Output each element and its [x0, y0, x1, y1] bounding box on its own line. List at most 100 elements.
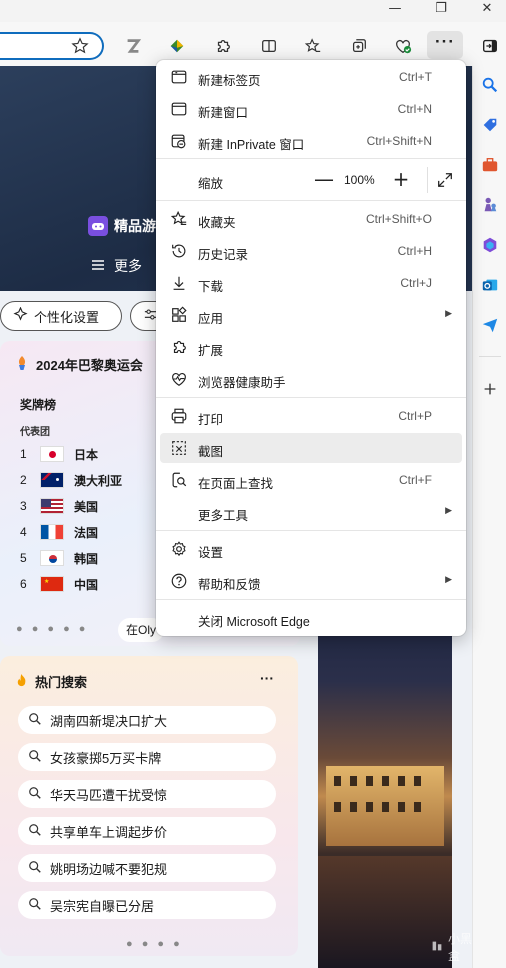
close-button[interactable]: ✕ — [472, 0, 502, 20]
search-icon — [28, 786, 42, 803]
sidebar-toggle-icon[interactable] — [479, 35, 501, 57]
find-icon — [170, 471, 188, 489]
menu-settings[interactable]: 设置 — [160, 534, 462, 564]
apps-icon — [170, 306, 188, 324]
medal-row[interactable]: 5 韩国 — [20, 548, 98, 568]
menu-apps[interactable]: 应用 ▶ — [160, 300, 462, 330]
search-icon — [28, 823, 42, 840]
gamepad-icon — [88, 216, 108, 236]
menu-screenshot[interactable]: 截图 — [160, 433, 462, 463]
medal-row[interactable]: 4 法国 — [20, 522, 98, 542]
australia-flag-icon — [40, 472, 64, 488]
zoom-divider — [427, 167, 428, 193]
health-icon — [170, 370, 188, 388]
hot-search-item[interactable]: 华天马匹遭干扰受惊 — [18, 780, 276, 808]
menu-separator — [156, 599, 466, 600]
olympics-card-title[interactable]: 2024年巴黎奥运会 — [14, 355, 143, 374]
search-icon — [28, 897, 42, 914]
settings-and-more-menu: 新建标签页 Ctrl+T 新建窗口 Ctrl+N 新建 InPrivate 窗口… — [156, 60, 466, 636]
torch-icon — [14, 355, 30, 374]
menu-new-window[interactable]: 新建窗口 Ctrl+N — [160, 94, 462, 124]
hot-search-item[interactable]: 共享单车上调起步价 — [18, 817, 276, 845]
zoom-in-button[interactable]: + — [392, 169, 410, 189]
menu-extensions[interactable]: 扩展 — [160, 332, 462, 362]
menu-separator — [156, 158, 466, 159]
submenu-arrow-icon: ▶ — [445, 308, 452, 318]
menu-separator — [156, 397, 466, 398]
medal-row[interactable]: 6 ★ 中国 — [20, 574, 98, 594]
flame-icon — [14, 673, 29, 691]
menu-history[interactable]: 历史记录 Ctrl+H — [160, 236, 462, 266]
edge-sidebar — [472, 39, 506, 968]
hot-search-item[interactable]: 姚明场边喊不要犯规 — [18, 854, 276, 882]
menu-separator — [156, 530, 466, 531]
help-icon — [170, 572, 188, 590]
browser-essentials-icon[interactable] — [392, 35, 414, 57]
france-flag-icon — [40, 524, 64, 540]
fullscreen-icon[interactable] — [436, 171, 454, 189]
delegation-column-header: 代表团 — [20, 427, 50, 438]
maximize-button[interactable]: ❐ — [426, 0, 456, 20]
menu-more-tools[interactable]: 更多工具 ▶ — [160, 497, 462, 527]
search-icon[interactable] — [479, 74, 501, 96]
hot-search-title: 热门搜索 — [14, 672, 87, 691]
zoom-out-button[interactable]: — — [314, 169, 334, 189]
menu-zoom: 缩放 — 100% + — [160, 165, 462, 195]
settings-and-more-button[interactable]: ··· — [427, 31, 463, 59]
medal-row[interactable]: 2 澳大利亚 — [20, 470, 122, 490]
hot-search-item[interactable]: 吴宗宪自曝已分居 — [18, 891, 276, 919]
hot-search-item[interactable]: 湖南四新堤决口扩大 — [18, 706, 276, 734]
medal-table-header: 奖牌榜 — [20, 398, 57, 412]
carousel-dots[interactable]: ● ● ● ● — [126, 938, 183, 950]
favorite-star-icon[interactable] — [69, 35, 91, 57]
zoom-level: 100% — [344, 173, 375, 187]
extensions-icon — [170, 338, 188, 356]
puzzle-extensions-icon[interactable] — [212, 35, 234, 57]
hot-search-more-button[interactable]: ··· — [260, 670, 274, 686]
send-icon[interactable] — [479, 314, 501, 336]
sidebar-divider — [479, 356, 501, 357]
shopping-tag-icon[interactable] — [479, 114, 501, 136]
medal-row[interactable]: 3 美国 — [20, 496, 98, 516]
split-screen-icon[interactable] — [258, 35, 280, 57]
search-icon — [28, 860, 42, 877]
personalize-button[interactable]: 个性化设置 — [0, 301, 122, 331]
menu-find-on-page[interactable]: 在页面上查找 Ctrl+F — [160, 465, 462, 495]
favorites-icon — [170, 210, 188, 228]
menu-favorites[interactable]: 收藏夹 Ctrl+Shift+O — [160, 204, 462, 234]
z-extension-icon[interactable] — [122, 35, 144, 57]
search-icon — [28, 749, 42, 766]
menu-browser-health[interactable]: 浏览器健康助手 — [160, 364, 462, 394]
history-icon — [170, 242, 188, 260]
china-flag-icon: ★ — [40, 576, 64, 592]
settings-icon — [170, 540, 188, 558]
hero-more-label: 更多 — [114, 258, 142, 274]
menu-new-inprivate[interactable]: 新建 InPrivate 窗口 Ctrl+Shift+N — [160, 126, 462, 156]
title-bar: — ❐ ✕ — [0, 0, 506, 22]
outlook-icon[interactable] — [479, 274, 501, 296]
menu-close-edge[interactable]: 关闭 Microsoft Edge — [160, 603, 462, 633]
add-icon[interactable] — [479, 378, 501, 400]
news-photo[interactable] — [318, 586, 452, 968]
submenu-arrow-icon: ▶ — [445, 505, 452, 515]
new-tab-icon — [170, 68, 188, 86]
favorites-icon[interactable] — [302, 35, 324, 57]
watermark: 小黑盒 — [430, 930, 472, 964]
menu-downloads[interactable]: 下载 Ctrl+J — [160, 268, 462, 298]
usa-flag-icon — [40, 498, 64, 514]
menu-help-feedback[interactable]: 帮助和反馈 ▶ — [160, 566, 462, 596]
medal-row[interactable]: 1 日本 — [20, 444, 98, 464]
menu-print[interactable]: 打印 Ctrl+P — [160, 401, 462, 431]
hero-games-link[interactable]: 精品游 — [88, 216, 156, 236]
minimize-button[interactable]: — — [380, 0, 410, 20]
games-chess-icon[interactable] — [479, 194, 501, 216]
gem-extension-icon[interactable] — [166, 35, 188, 57]
tools-briefcase-icon[interactable] — [479, 154, 501, 176]
collections-icon[interactable] — [348, 35, 370, 57]
photo-building — [326, 766, 444, 846]
carousel-dots[interactable]: ● ● ● ● ● — [16, 623, 88, 635]
hero-more-link[interactable]: 更多 — [90, 256, 142, 276]
hot-search-item[interactable]: 女孩豪掷5万买卡牌 — [18, 743, 276, 771]
menu-new-tab[interactable]: 新建标签页 Ctrl+T — [160, 62, 462, 92]
copilot-icon[interactable] — [479, 234, 501, 256]
